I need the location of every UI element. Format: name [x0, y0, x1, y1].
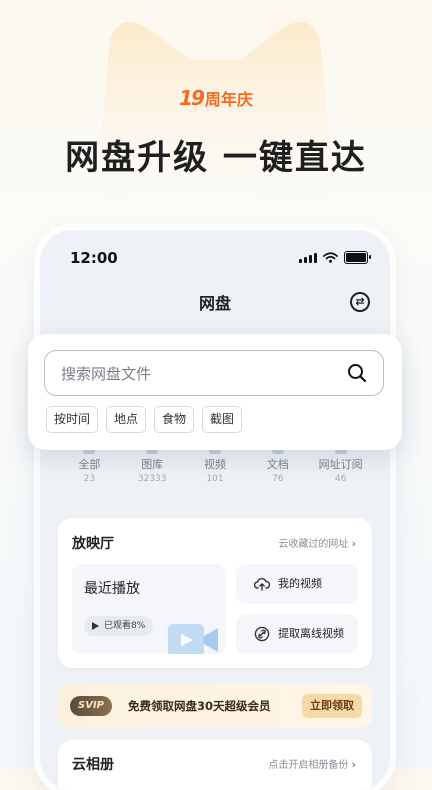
category-label: 图库	[141, 458, 164, 471]
category-video[interactable]: 视频 101	[184, 446, 247, 502]
my-videos-label: 我的视频	[278, 577, 322, 590]
theater-link[interactable]: 云收藏过的网址 ›	[278, 535, 356, 550]
category-row: 全部 23 图库 32333 视频 101 文档 76 网址订阅 46	[58, 446, 372, 502]
offline-video-button[interactable]: 提取离线视频	[236, 614, 358, 654]
tag-location[interactable]: 地点	[106, 406, 147, 433]
watched-label: 已观看8%	[104, 621, 146, 631]
signal-icon	[299, 252, 317, 263]
tag-food[interactable]: 食物	[154, 406, 195, 433]
chevron-right-icon: ›	[351, 537, 356, 550]
vip-promo-text: 免费领取网盘30天超级会员	[128, 699, 271, 713]
video-camera-icon	[168, 624, 218, 654]
status-icons	[299, 251, 371, 264]
search-icon[interactable]	[347, 363, 367, 383]
vip-promo-bar[interactable]: SVIP 免费领取网盘30天超级会员 立即领取	[58, 684, 372, 728]
category-all[interactable]: 全部 23	[58, 446, 121, 502]
album-link-label: 点击开启相册备份	[268, 760, 349, 771]
category-label: 全部	[78, 458, 101, 471]
svip-badge: SVIP	[70, 696, 112, 716]
category-label: 文档	[266, 458, 289, 471]
tag-screenshot[interactable]: 截图	[202, 406, 243, 433]
play-icon	[92, 622, 99, 630]
claim-vip-button[interactable]: 立即领取	[302, 694, 362, 718]
cloud-album-section: 云相册 点击开启相册备份 ›	[58, 740, 372, 790]
promo-headline: 网盘升级 一键直达	[65, 138, 367, 178]
recent-play-card[interactable]: 最近播放 已观看8%	[72, 564, 226, 654]
link-icon	[254, 626, 270, 642]
category-count: 32333	[137, 474, 167, 484]
category-count: 101	[206, 474, 224, 484]
album-backup-link[interactable]: 点击开启相册备份 ›	[268, 756, 356, 771]
theater-title: 放映厅	[72, 536, 114, 552]
status-bar: 12:00	[40, 230, 390, 286]
phone-frame: 12:00 网盘 ⇄ 全部 23 图库 32333 视频 101 文档 76 网…	[40, 230, 390, 790]
category-count: 23	[83, 474, 96, 484]
category-label: 网址订阅	[318, 458, 363, 471]
page-title: 网盘	[198, 294, 231, 313]
category-gallery[interactable]: 图库 32333	[121, 446, 184, 502]
status-time: 12:00	[70, 249, 118, 267]
wifi-icon	[323, 252, 338, 263]
category-count: 76	[272, 474, 284, 484]
badge-number: 19	[179, 86, 205, 110]
badge-text: 周年庆	[204, 90, 253, 109]
chevron-right-icon: ›	[351, 758, 356, 771]
battery-icon	[344, 251, 371, 264]
tag-time[interactable]: 按时间	[46, 406, 99, 433]
search-tags: 按时间 地点 食物 截图	[46, 406, 243, 433]
cloud-upload-icon	[254, 578, 270, 591]
transfer-icon[interactable]: ⇄	[350, 292, 370, 312]
offline-video-label: 提取离线视频	[278, 627, 344, 640]
category-label: 视频	[203, 458, 226, 471]
theater-section: 放映厅 云收藏过的网址 › 最近播放 已观看8% 我的视频 提取离线视频	[58, 518, 372, 668]
search-card: 搜索网盘文件 按时间 地点 食物 截图	[28, 334, 402, 450]
category-subscriptions[interactable]: 网址订阅 46	[309, 446, 372, 502]
anniversary-badge: 19 周年庆	[0, 86, 432, 110]
theater-link-label: 云收藏过的网址	[278, 539, 349, 550]
search-placeholder: 搜索网盘文件	[61, 365, 152, 383]
recent-play-title: 最近播放	[84, 581, 140, 597]
album-title: 云相册	[72, 757, 114, 773]
category-count: 46	[334, 474, 347, 484]
watched-progress-badge: 已观看8%	[84, 616, 154, 636]
category-docs[interactable]: 文档 76	[246, 446, 309, 502]
search-input[interactable]: 搜索网盘文件	[44, 350, 384, 396]
my-videos-button[interactable]: 我的视频	[236, 564, 358, 604]
